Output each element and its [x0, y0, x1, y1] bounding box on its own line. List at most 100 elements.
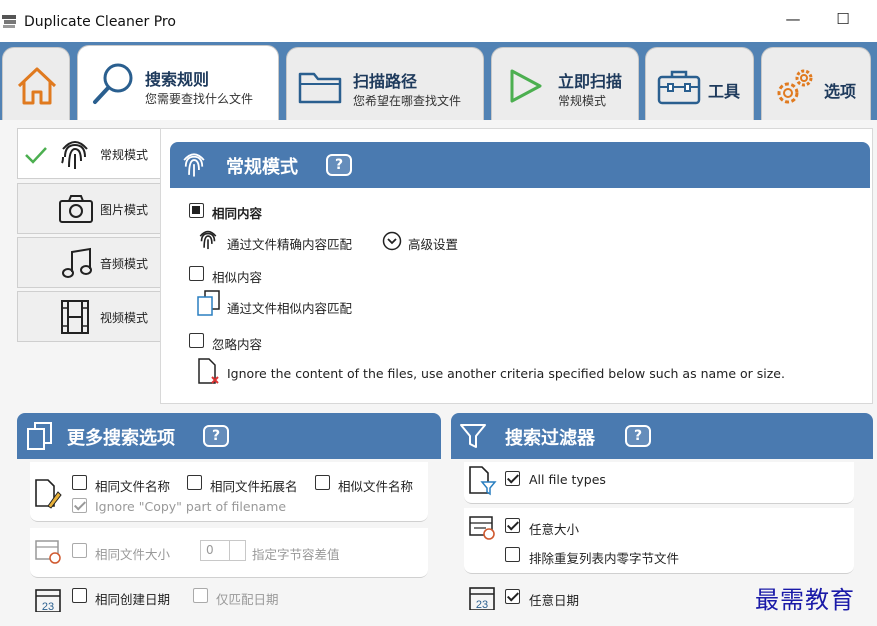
window-title: Duplicate Cleaner Pro: [24, 14, 176, 30]
similar-content-label: 相似内容: [212, 270, 263, 285]
calendar-day: 23: [42, 601, 54, 612]
tab-search-rules[interactable]: 搜索规则 您需要查找什么文件: [77, 45, 279, 121]
size-icon: [469, 516, 495, 540]
similar-match-label: 通过文件相似内容匹配: [227, 301, 353, 316]
checkmark-icon: [25, 147, 47, 164]
same-size-label: 相同文件大小: [95, 547, 171, 562]
tab-search-rules-subtitle: 您需要查找什么文件: [145, 92, 254, 106]
ignore-content-desc: Ignore the content of the files, use ano…: [227, 366, 785, 381]
same-name-checkbox[interactable]: [72, 475, 87, 490]
file-edit-icon: [35, 479, 62, 509]
tab-home[interactable]: [2, 47, 70, 121]
toolbox-icon: [657, 70, 701, 105]
any-date-label: 任意日期: [529, 593, 580, 608]
ignore-content-checkbox[interactable]: [189, 333, 204, 348]
same-content-checkbox[interactable]: [189, 203, 204, 218]
type-filter-group: [464, 462, 854, 504]
tab-options[interactable]: 选项: [761, 47, 871, 121]
calendar-day: 23: [476, 599, 488, 610]
ignore-content-label: 忽略内容: [212, 337, 263, 352]
fingerprint-icon: [61, 141, 88, 169]
magnifier-icon: [93, 63, 133, 104]
mode-audio-label: 音频模式: [100, 257, 149, 271]
funnel-icon: [460, 424, 486, 448]
maximize-button[interactable]: ☐: [832, 10, 854, 32]
ignore-copy-checkbox[interactable]: [72, 498, 87, 513]
same-created-checkbox[interactable]: [72, 588, 87, 603]
chevron-down-icon[interactable]: [382, 231, 402, 251]
mode-video-label: 视频模式: [100, 311, 149, 325]
size-icon: [35, 540, 61, 564]
same-content-label: 相同内容: [212, 206, 263, 221]
all-types-checkbox[interactable]: [505, 471, 520, 486]
tab-scan-now-subtitle: 常规模式: [558, 94, 607, 108]
more-options-title: 更多搜索选项: [67, 428, 175, 449]
camera-icon: [59, 195, 93, 223]
tab-options-title: 选项: [824, 82, 857, 101]
any-size-checkbox[interactable]: [505, 518, 520, 533]
file-x-icon: [198, 358, 219, 384]
help-button[interactable]: ?: [625, 425, 651, 447]
stepper-arrows-icon[interactable]: [229, 541, 245, 560]
size-tolerance-label: 指定字节容差值: [252, 547, 340, 562]
fingerprint-icon: [183, 153, 205, 177]
similar-files-icon: [197, 290, 220, 316]
tab-scan-path-subtitle: 您希望在哪查找文件: [353, 94, 462, 108]
minimize-button[interactable]: —: [782, 10, 804, 32]
same-ext-checkbox[interactable]: [187, 475, 202, 490]
tab-tools-title: 工具: [708, 82, 741, 101]
film-icon: [61, 300, 89, 334]
date-only-label: 仅匹配日期: [216, 592, 279, 607]
mode-image[interactable]: 图片模式: [17, 183, 161, 234]
mode-normal[interactable]: 常规模式: [17, 128, 161, 179]
play-icon: [510, 69, 542, 103]
app-icon: [2, 15, 16, 28]
exclude-zero-checkbox[interactable]: [505, 547, 520, 562]
more-options-header: 更多搜索选项 ?: [17, 413, 441, 459]
title-bar: Duplicate Cleaner Pro — ☐: [0, 0, 877, 44]
same-ext-label: 相同文件拓展名: [210, 479, 298, 494]
calendar-icon: 23: [469, 587, 495, 610]
any-size-label: 任意大小: [529, 522, 580, 537]
advanced-settings-link[interactable]: 高级设置: [408, 234, 458, 253]
help-button[interactable]: ?: [203, 425, 229, 447]
tab-scan-now-title: 立即扫描: [558, 72, 623, 91]
gears-icon: [777, 69, 813, 104]
similar-content-checkbox[interactable]: [189, 266, 204, 281]
same-size-checkbox[interactable]: [72, 543, 87, 558]
fingerprint-icon: [199, 230, 217, 250]
mode-audio[interactable]: 音频模式: [17, 237, 161, 288]
tab-scan-path-title: 扫描路径: [353, 72, 418, 91]
filters-header: 搜索过滤器 ?: [451, 413, 873, 459]
copy-files-icon: [27, 422, 52, 450]
size-tolerance-stepper[interactable]: 0: [200, 540, 246, 561]
any-date-checkbox[interactable]: [505, 589, 520, 604]
similar-name-label: 相似文件名称: [338, 479, 414, 494]
mode-normal-label: 常规模式: [100, 148, 149, 162]
size-tolerance-value: 0: [206, 543, 214, 557]
filters-title: 搜索过滤器: [505, 428, 595, 449]
music-note-icon: [62, 247, 92, 278]
mode-image-label: 图片模式: [100, 203, 149, 217]
exclude-zero-label: 排除重复列表内零字节文件: [529, 551, 680, 566]
watermark: 最需教育: [755, 586, 855, 614]
same-name-label: 相同文件名称: [95, 479, 171, 494]
tab-tools[interactable]: 工具: [645, 47, 754, 121]
exact-match-label: 通过文件精确内容匹配: [227, 237, 353, 252]
mode-panel-title: 常规模式: [226, 157, 298, 178]
date-only-checkbox[interactable]: [193, 588, 208, 603]
tab-search-rules-title: 搜索规则: [145, 70, 210, 89]
help-button[interactable]: ?: [326, 154, 352, 176]
all-types-label: All file types: [529, 472, 606, 487]
similar-name-checkbox[interactable]: [315, 475, 330, 490]
mode-video[interactable]: 视频模式: [17, 291, 161, 342]
same-created-label: 相同创建日期: [95, 592, 171, 607]
tab-scan-path[interactable]: 扫描路径 您希望在哪查找文件: [286, 47, 484, 121]
tab-strip: 搜索规则 您需要查找什么文件 扫描路径 您希望在哪查找文件 立即扫描 常规模式 …: [0, 42, 877, 121]
calendar-icon: 23: [35, 589, 61, 612]
ignore-copy-label: Ignore "Copy" part of filename: [95, 499, 287, 514]
file-filter-icon: [469, 466, 497, 496]
tab-scan-now[interactable]: 立即扫描 常规模式: [491, 47, 639, 121]
home-icon: [17, 67, 57, 105]
folder-icon: [298, 72, 342, 104]
